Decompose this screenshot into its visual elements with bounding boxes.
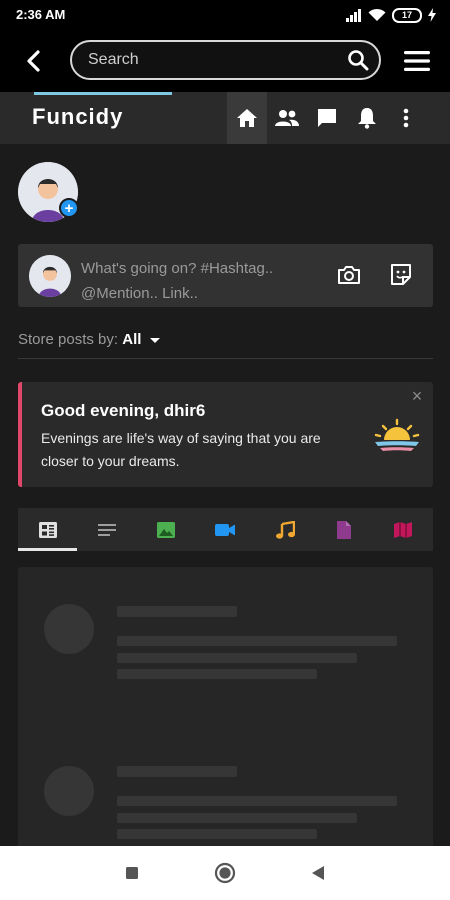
divider — [18, 358, 433, 359]
greeting-card: Good evening, dhir6 Evenings are life's … — [18, 382, 433, 487]
caret-down-icon[interactable] — [149, 337, 160, 343]
tab-maps[interactable] — [374, 508, 433, 551]
sort-value[interactable]: All — [122, 331, 141, 348]
image-icon — [157, 521, 176, 538]
sticker-icon[interactable] — [388, 262, 414, 288]
battery-icon: 17 — [392, 7, 422, 23]
system-nav-bar — [0, 846, 450, 900]
app-header: Funcidy — [0, 92, 450, 144]
skeleton-line — [117, 813, 357, 823]
search-input[interactable] — [88, 42, 338, 78]
post-composer[interactable]: What's going on? #Hashtag.. @Mention.. L… — [18, 244, 433, 307]
home-circle-icon — [214, 862, 236, 884]
camera-icon[interactable] — [336, 262, 362, 288]
battery-level: 17 — [401, 10, 412, 20]
skeleton-line — [117, 766, 237, 777]
music-note-icon — [275, 520, 295, 539]
search-icon[interactable] — [347, 49, 369, 71]
skeleton-line — [117, 796, 397, 806]
search-box[interactable] — [70, 40, 381, 80]
post-type-tabs — [18, 508, 433, 551]
skeleton-line — [117, 829, 317, 839]
tab-files[interactable] — [314, 508, 373, 551]
sort-selector[interactable]: Store posts by: All — [18, 331, 160, 348]
back-triangle-icon — [312, 866, 324, 880]
recents-button[interactable] — [120, 861, 144, 885]
hamburger-menu-icon[interactable] — [402, 48, 432, 74]
close-icon[interactable]: × — [407, 386, 427, 406]
skeleton-avatar — [44, 766, 94, 816]
status-bar: 2:36 AM 17 — [0, 0, 450, 30]
nav-friends[interactable] — [267, 92, 307, 144]
composer-avatar — [29, 255, 71, 297]
back-arrow-icon — [27, 50, 40, 72]
home-icon — [237, 109, 257, 127]
tab-photos[interactable] — [137, 508, 196, 551]
charging-icon — [428, 8, 436, 22]
back-system-button[interactable] — [306, 861, 330, 885]
skeleton-line — [117, 669, 317, 679]
skeleton-line — [117, 653, 357, 663]
signal-icon — [346, 8, 361, 22]
top-bar — [0, 30, 450, 92]
map-icon — [394, 521, 413, 538]
nav-notifications[interactable] — [347, 92, 387, 144]
skeleton-avatar — [44, 604, 94, 654]
wifi-icon — [368, 8, 386, 21]
nav-messages[interactable] — [307, 92, 347, 144]
status-icons: 17 — [346, 6, 436, 24]
sort-label: Store posts by: — [18, 331, 119, 348]
home-system-button[interactable] — [213, 861, 237, 885]
recents-square-icon — [126, 867, 138, 879]
greeting-title: Good evening, dhir6 — [41, 401, 206, 420]
file-icon — [337, 520, 352, 539]
skeleton-line — [117, 606, 237, 617]
sunset-icon — [374, 418, 420, 451]
greeting-message: Evenings are life's way of saying that y… — [41, 430, 321, 469]
feed-loading-skeleton — [18, 567, 433, 857]
composer-placeholder-line2: @Mention.. Link.. — [81, 285, 198, 302]
story-avatar[interactable]: + — [18, 162, 79, 222]
nav-home[interactable] — [227, 92, 267, 144]
chat-icon — [318, 109, 336, 127]
composer-placeholder-line1: What's going on? #Hashtag.. — [81, 260, 274, 277]
tab-music[interactable] — [255, 508, 314, 551]
composer-placeholder[interactable]: What's going on? #Hashtag.. @Mention.. L… — [81, 256, 326, 306]
tab-text[interactable] — [77, 508, 136, 551]
video-camera-icon — [215, 523, 236, 536]
feed-icon — [38, 521, 57, 538]
brand-underline — [34, 92, 172, 95]
add-story-plus-icon[interactable]: + — [59, 198, 79, 218]
text-lines-icon — [97, 523, 116, 536]
people-icon — [275, 110, 299, 126]
status-time: 2:36 AM — [16, 7, 66, 22]
skeleton-line — [117, 636, 397, 646]
more-options-button[interactable] — [392, 92, 420, 144]
nav-icons — [227, 92, 387, 144]
tab-all[interactable] — [18, 508, 78, 551]
bell-icon — [358, 108, 376, 129]
avatar — [29, 255, 71, 297]
more-vert-icon — [403, 108, 409, 128]
back-button[interactable] — [20, 46, 46, 76]
brand-logo[interactable]: Funcidy — [32, 104, 123, 130]
tab-videos[interactable] — [196, 508, 255, 551]
